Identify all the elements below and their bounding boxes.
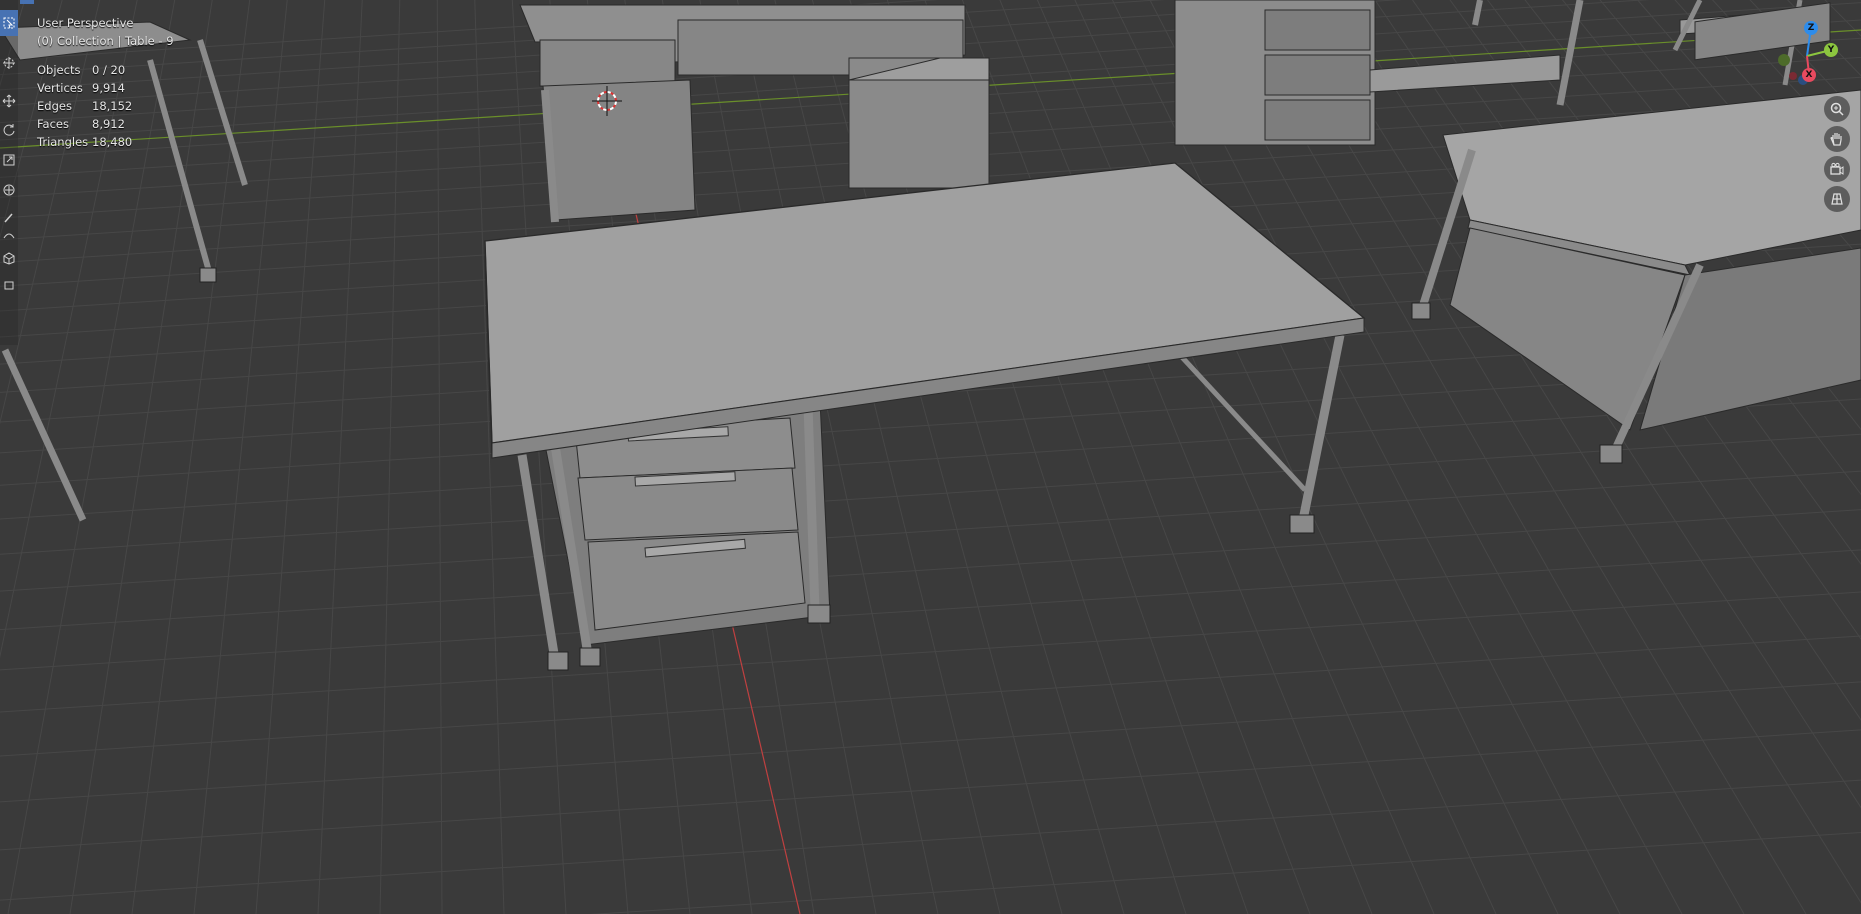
stat-row-edges: Edges 18,152	[37, 97, 174, 115]
stat-value: 18,480	[92, 135, 133, 149]
header-active-strip	[20, 0, 34, 4]
pan-hand-icon[interactable]	[1824, 126, 1850, 152]
zoom-icon[interactable]	[1824, 96, 1850, 122]
stat-label: Triangles	[37, 135, 89, 149]
stat-label: Objects	[37, 63, 81, 77]
stat-label: Faces	[37, 117, 69, 131]
move-icon[interactable]	[0, 88, 18, 114]
scale-icon[interactable]	[0, 147, 18, 173]
view-name: User Perspective	[37, 16, 134, 30]
stat-row-objects: Objects 0 / 20	[37, 61, 174, 79]
stat-label: Vertices	[37, 81, 83, 95]
stat-label: Edges	[37, 99, 72, 113]
camera-icon[interactable]	[1824, 156, 1850, 182]
rotate-icon[interactable]	[0, 117, 18, 143]
tool-shelf	[0, 0, 18, 345]
extra-tool-icon[interactable]	[0, 272, 18, 298]
stat-row-faces: Faces 8,912	[37, 115, 174, 133]
stat-value: 18,152	[92, 99, 133, 113]
cursor-icon[interactable]	[0, 50, 18, 76]
grid-view-icon[interactable]	[1824, 186, 1850, 212]
viewport-overlay-info: User Perspective (0) Collection | Table …	[37, 14, 174, 151]
3d-viewport[interactable]: User Perspective (0) Collection | Table …	[0, 0, 1861, 914]
x-axis-button[interactable]: X	[1802, 68, 1816, 82]
y-axis-button[interactable]: Y	[1824, 43, 1838, 57]
stat-row-triangles: Triangles 18,480	[37, 133, 174, 151]
select-box-icon[interactable]	[0, 10, 18, 36]
stat-value: 9,914	[92, 81, 125, 95]
add-cube-icon[interactable]	[0, 245, 18, 271]
transform-icon[interactable]	[0, 177, 18, 203]
z-axis-button[interactable]: Z	[1804, 21, 1818, 35]
stat-row-vertices: Vertices 9,914	[37, 79, 174, 97]
collection-line: (0) Collection | Table - 9	[37, 34, 174, 48]
stat-value: 0 / 20	[92, 63, 126, 77]
navigation-gizmo[interactable]: Z Y X	[1773, 18, 1838, 90]
scene-statistics: Objects 0 / 20 Vertices 9,914 Edges 18,1…	[37, 61, 174, 151]
scene-canvas[interactable]	[0, 0, 1861, 914]
stat-value: 8,912	[92, 117, 125, 131]
